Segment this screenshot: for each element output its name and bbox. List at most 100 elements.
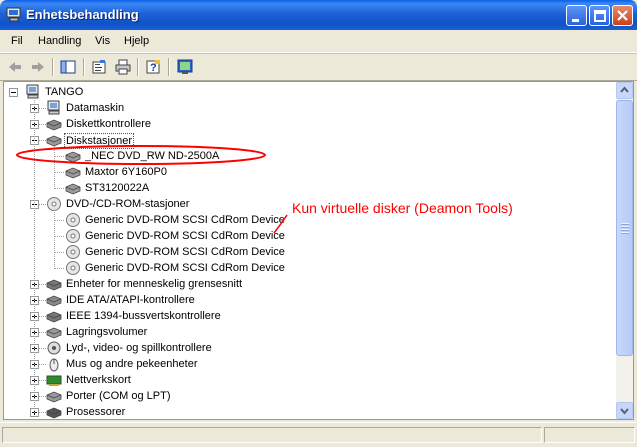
port-icon — [46, 391, 62, 403]
tree-root-tango[interactable]: TANGO — [4, 84, 604, 100]
close-button[interactable] — [612, 5, 633, 26]
tree-item-0[interactable]: Datamaskin — [4, 100, 604, 116]
scroll-down-button[interactable] — [616, 402, 633, 419]
minimize-icon — [572, 19, 579, 22]
menu-vis[interactable]: Vis — [95, 35, 110, 47]
menu-fil[interactable]: Fil — [11, 35, 23, 47]
scan-hardware-icon — [177, 59, 193, 74]
tree-item-5[interactable]: IDE ATA/ATAPI-kontrollere — [4, 292, 604, 308]
tree-item-8[interactable]: Lyd-, video- og spillkontrollere — [4, 340, 604, 356]
minimize-button[interactable] — [566, 5, 587, 26]
tree-item-6[interactable]: IEEE 1394-bussvertskontrollere — [4, 308, 604, 324]
drive-icon — [65, 183, 81, 195]
forward-button[interactable] — [28, 57, 48, 77]
cdrom-icon — [66, 261, 80, 275]
print-button[interactable] — [113, 57, 133, 77]
properties-button[interactable] — [89, 57, 109, 77]
tree-item-3-child-2[interactable]: Generic DVD-ROM SCSI CdRom Device — [4, 244, 604, 260]
tree-connector-line — [54, 156, 64, 157]
tree-item-label: IEEE 1394-bussvertskontrollere — [66, 310, 221, 322]
vertical-scrollbar[interactable] — [616, 82, 633, 419]
scroll-thumb[interactable] — [616, 100, 633, 356]
tree-item-2[interactable]: Diskstasjoner — [4, 132, 604, 149]
arrow-down-icon — [620, 408, 629, 415]
firewire-icon — [46, 311, 62, 323]
arrow-up-icon — [620, 86, 629, 93]
cdrom-icon — [66, 229, 80, 243]
tree-connector-line — [34, 98, 35, 413]
tree-item-label: Lagringsvolumer — [66, 326, 148, 338]
sound-icon — [47, 341, 61, 355]
tree-item-11[interactable]: Porter (COM og LPT) — [4, 388, 604, 404]
tree-item-label: Diskstasjoner — [64, 133, 135, 149]
tree-item-label: TANGO — [45, 86, 84, 98]
tree-item-label: Porter (COM og LPT) — [66, 390, 171, 402]
menu-handling[interactable]: Handling — [38, 35, 81, 47]
tree-connector-line — [39, 108, 46, 109]
tree-connector-line — [39, 204, 46, 205]
tree-connector-line — [39, 300, 46, 301]
floppy-controller-icon — [46, 119, 62, 131]
device-manager-icon — [6, 7, 21, 22]
network-card-icon — [46, 375, 62, 386]
tree-item-2-child-0[interactable]: _NEC DVD_RW ND-2500A — [4, 148, 604, 164]
help-icon: ? — [146, 60, 160, 74]
tree-item-label: Datamaskin — [66, 102, 125, 114]
show-hide-tree-icon — [60, 60, 76, 74]
tree-item-label: Diskettkontrollere — [66, 118, 151, 130]
tree-connector-line — [39, 396, 46, 397]
drive-icon — [65, 167, 81, 179]
tree-connector-line — [54, 236, 64, 237]
scan-hardware-button[interactable] — [175, 57, 195, 77]
tree-item-10[interactable]: Nettverkskort — [4, 372, 604, 388]
hid-icon — [46, 279, 62, 291]
tree-item-4[interactable]: Enheter for menneskelig grensesnitt — [4, 276, 604, 292]
maximize-button[interactable] — [589, 5, 610, 26]
help-button[interactable]: ? — [143, 57, 163, 77]
device-tree-panel: TANGO Datamaskin Diskettkontrollere Disksta… — [3, 81, 634, 420]
tree-item-7[interactable]: Lagringsvolumer — [4, 324, 604, 340]
tree-connector-line — [39, 412, 46, 413]
collapse-icon[interactable] — [9, 88, 18, 97]
tree-item-label: Prosessorer — [66, 406, 126, 418]
annotation-text: Kun virtuelle disker (Deamon Tools) — [292, 200, 513, 216]
tree-connector-line — [39, 380, 46, 381]
maximize-icon — [594, 10, 606, 22]
properties-icon — [92, 60, 106, 74]
tree-item-label: Maxtor 6Y160P0 — [85, 166, 167, 178]
tree-item-1[interactable]: Diskettkontrollere — [4, 116, 604, 132]
forward-arrow-icon — [32, 62, 44, 72]
tree-item-9[interactable]: Mus og andre pekeenheter — [4, 356, 604, 372]
toolbar-separator — [52, 58, 54, 76]
tree-item-2-child-2[interactable]: ST3120022A — [4, 180, 604, 196]
tango-icon — [26, 84, 39, 99]
tree-connector-line — [39, 316, 46, 317]
menu-hjelp[interactable]: Hjelp — [124, 35, 149, 47]
ide-controller-icon — [46, 295, 62, 307]
cdrom-icon — [66, 213, 80, 227]
cdrom-icon — [66, 245, 80, 259]
tree-connector-line — [54, 210, 55, 269]
tree-connector-line — [54, 268, 64, 269]
scroll-up-button[interactable] — [616, 82, 633, 99]
window-title: Enhetsbehandling — [26, 7, 139, 22]
processor-icon — [46, 407, 62, 419]
tree-connector-line — [39, 348, 46, 349]
tree-item-2-child-1[interactable]: Maxtor 6Y160P0 — [4, 164, 604, 180]
tree-item-label: Generic DVD-ROM SCSI CdRom Device — [85, 262, 285, 274]
tree-item-label: Nettverkskort — [66, 374, 131, 386]
show-hide-tree-button[interactable] — [58, 57, 78, 77]
computer-icon — [47, 100, 60, 115]
tree-connector-line — [39, 284, 46, 285]
close-icon — [617, 10, 628, 21]
toolbar-separator — [137, 58, 139, 76]
back-arrow-icon — [9, 62, 21, 72]
title-bar: Enhetsbehandling — [0, 0, 637, 30]
tree-item-label: _NEC DVD_RW ND-2500A — [85, 150, 220, 162]
tree-connector-line — [54, 220, 64, 221]
mouse-icon — [49, 358, 59, 372]
tree-item-3-child-1[interactable]: Generic DVD-ROM SCSI CdRom Device — [4, 228, 604, 244]
tree-item-3-child-3[interactable]: Generic DVD-ROM SCSI CdRom Device — [4, 260, 604, 276]
back-button[interactable] — [5, 57, 25, 77]
tree-item-12[interactable]: Prosessorer — [4, 404, 604, 419]
